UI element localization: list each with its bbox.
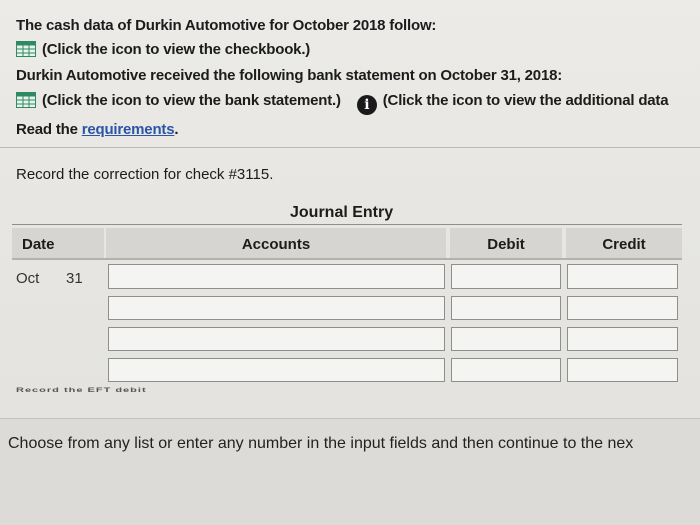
requirements-row: Read the requirements. <box>16 121 179 138</box>
debit-input-3[interactable] <box>451 327 561 351</box>
partial-instruction-text: Record the EFT debit <box>16 387 147 394</box>
debit-header: Debit <box>450 228 562 258</box>
credit-input-3[interactable] <box>567 327 678 351</box>
checkbook-label: (Click the icon to view the checkbook.) <box>42 41 311 58</box>
credit-input-2[interactable] <box>567 296 678 320</box>
credit-input-1[interactable] <box>567 264 678 289</box>
accounts-header: Accounts <box>106 228 446 258</box>
debit-input-4[interactable] <box>451 358 561 382</box>
intro-line-3: Durkin Automotive received the following… <box>16 67 563 84</box>
journal-title: Journal Entry <box>290 204 394 221</box>
credit-header: Credit <box>566 228 682 258</box>
account-input-1[interactable] <box>108 264 445 289</box>
requirements-link[interactable]: requirements <box>82 121 175 138</box>
question-text: Record the correction for check #3115. <box>16 166 274 183</box>
account-input-2[interactable] <box>108 296 445 320</box>
intro-line-1: The cash data of Durkin Automotive for O… <box>16 17 437 34</box>
info-icon[interactable]: i <box>356 95 377 115</box>
divider <box>0 147 700 148</box>
bank-statement-row[interactable]: (Click the icon to view the bank stateme… <box>16 92 669 115</box>
additional-data-label: (Click the icon to view the additional d… <box>382 92 669 109</box>
requirements-suffix: . <box>174 121 179 138</box>
checkbook-grid-icon[interactable] <box>16 41 36 57</box>
date-header: Date <box>12 228 104 258</box>
date-month: Oct <box>16 270 40 287</box>
bank-statement-grid-icon[interactable] <box>16 92 36 108</box>
footer-instruction: Choose from any list or enter any number… <box>8 435 634 452</box>
page: The cash data of Durkin Automotive for O… <box>0 0 700 525</box>
account-input-3[interactable] <box>108 327 445 351</box>
debit-input-2[interactable] <box>451 296 561 320</box>
date-day: 31 <box>66 270 83 287</box>
account-input-4[interactable] <box>108 358 445 382</box>
checkbook-link-row[interactable]: (Click the icon to view the checkbook.) <box>16 41 310 58</box>
header-rule <box>12 258 682 260</box>
journal-title-rule <box>12 224 682 225</box>
debit-input-1[interactable] <box>451 264 561 289</box>
credit-input-4[interactable] <box>567 358 678 382</box>
bank-statement-label: (Click the icon to view the bank stateme… <box>42 92 341 109</box>
requirements-prefix: Read the <box>16 121 82 138</box>
footer-divider <box>0 418 700 419</box>
